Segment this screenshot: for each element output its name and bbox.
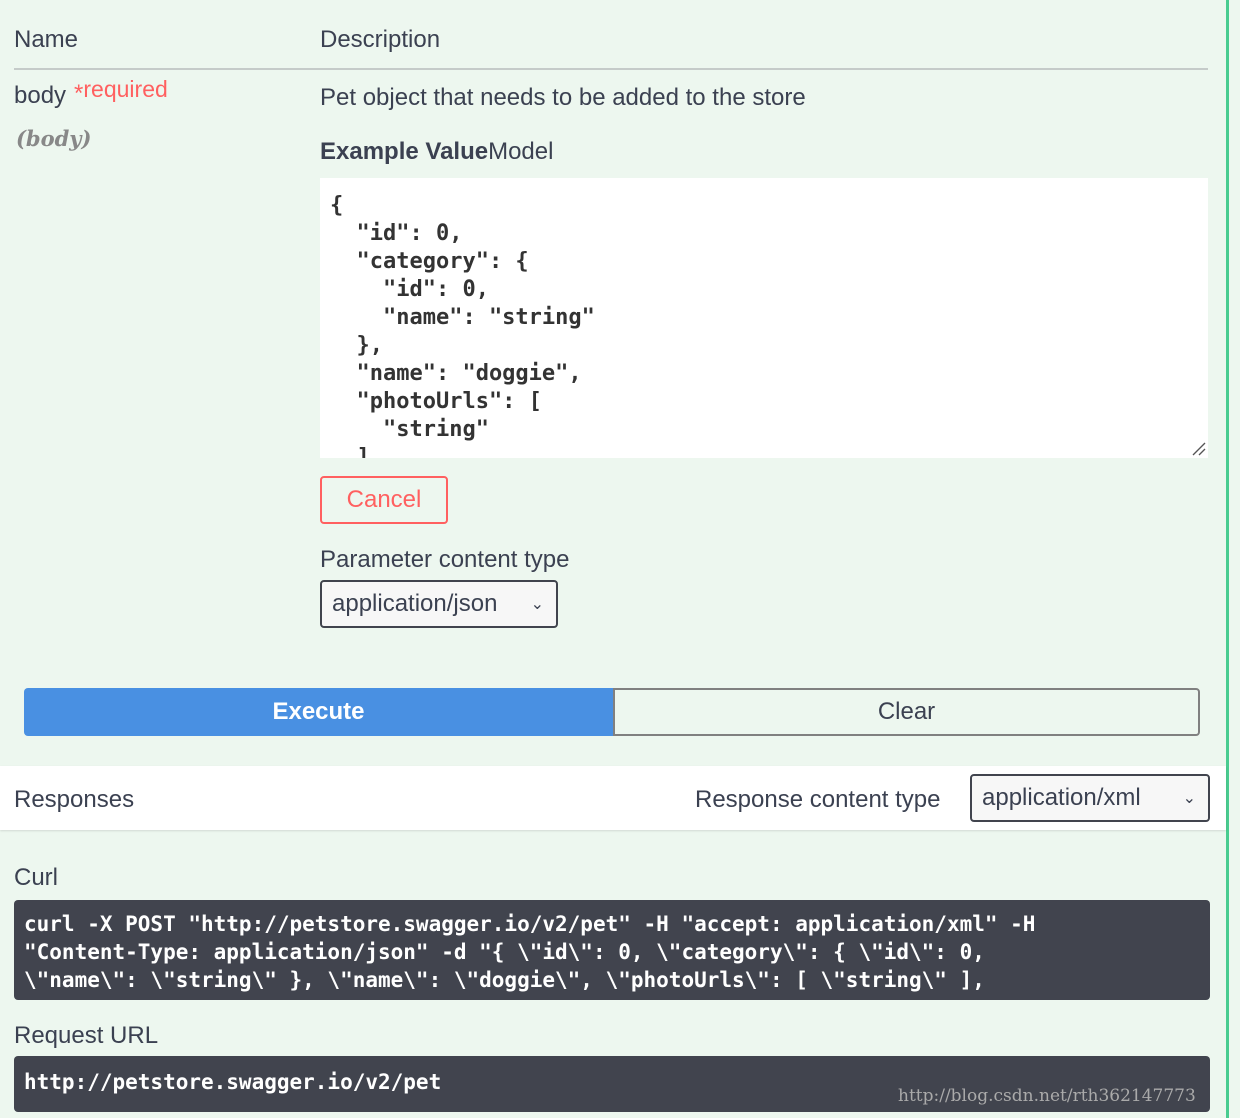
resize-grip-icon[interactable] bbox=[1190, 440, 1206, 456]
responses-header: Responses Response content type applicat… bbox=[0, 766, 1226, 830]
curl-label: Curl bbox=[14, 864, 59, 891]
watermark: http://blog.csdn.net/rth362147773 bbox=[898, 1086, 1196, 1106]
curl-command-block[interactable]: curl -X POST "http://petstore.swagger.io… bbox=[14, 900, 1210, 1000]
body-editor[interactable]: { "id": 0, "category": { "id": 0, "name"… bbox=[320, 178, 1208, 458]
cancel-button[interactable]: Cancel bbox=[320, 476, 448, 524]
parameter-content-type-select[interactable]: application/json ⌄ bbox=[320, 580, 558, 628]
parameter-name: body bbox=[14, 82, 67, 109]
tab-example-value[interactable]: Example Value bbox=[320, 138, 488, 165]
required-label: required bbox=[83, 76, 168, 102]
description-column-header: Description bbox=[320, 26, 441, 53]
chevron-down-icon: ⌄ bbox=[1182, 790, 1196, 807]
clear-button[interactable]: Clear bbox=[613, 688, 1200, 736]
parameter-location: (body) bbox=[16, 126, 92, 151]
request-url-value[interactable]: http://petstore.swagger.io/v2/pet bbox=[24, 1070, 441, 1094]
response-content-type-label: Response content type bbox=[695, 786, 941, 813]
tab-model[interactable]: Model bbox=[488, 138, 553, 165]
parameter-name-cell: body *required bbox=[14, 76, 168, 110]
body-editor-text[interactable]: { "id": 0, "category": { "id": 0, "name"… bbox=[320, 178, 1208, 458]
curl-command[interactable]: curl -X POST "http://petstore.swagger.io… bbox=[24, 910, 1200, 994]
name-column-header: Name bbox=[14, 26, 79, 53]
chevron-down-icon: ⌄ bbox=[530, 596, 544, 613]
operation-border bbox=[1226, 0, 1229, 1118]
parameter-content-type-value: application/json bbox=[332, 590, 498, 617]
response-content-type-select[interactable]: application/xml ⌄ bbox=[970, 774, 1210, 822]
request-url-label: Request URL bbox=[14, 1022, 159, 1049]
required-star: * bbox=[74, 80, 84, 107]
parameter-content-type-label: Parameter content type bbox=[320, 546, 570, 573]
model-tabs: Example ValueModel bbox=[320, 138, 553, 166]
responses-title: Responses bbox=[14, 786, 135, 813]
parameter-description: Pet object that needs to be added to the… bbox=[320, 84, 806, 111]
response-content-type-value: application/xml bbox=[982, 784, 1141, 811]
header-divider bbox=[14, 68, 1208, 70]
execute-button[interactable]: Execute bbox=[24, 688, 613, 736]
